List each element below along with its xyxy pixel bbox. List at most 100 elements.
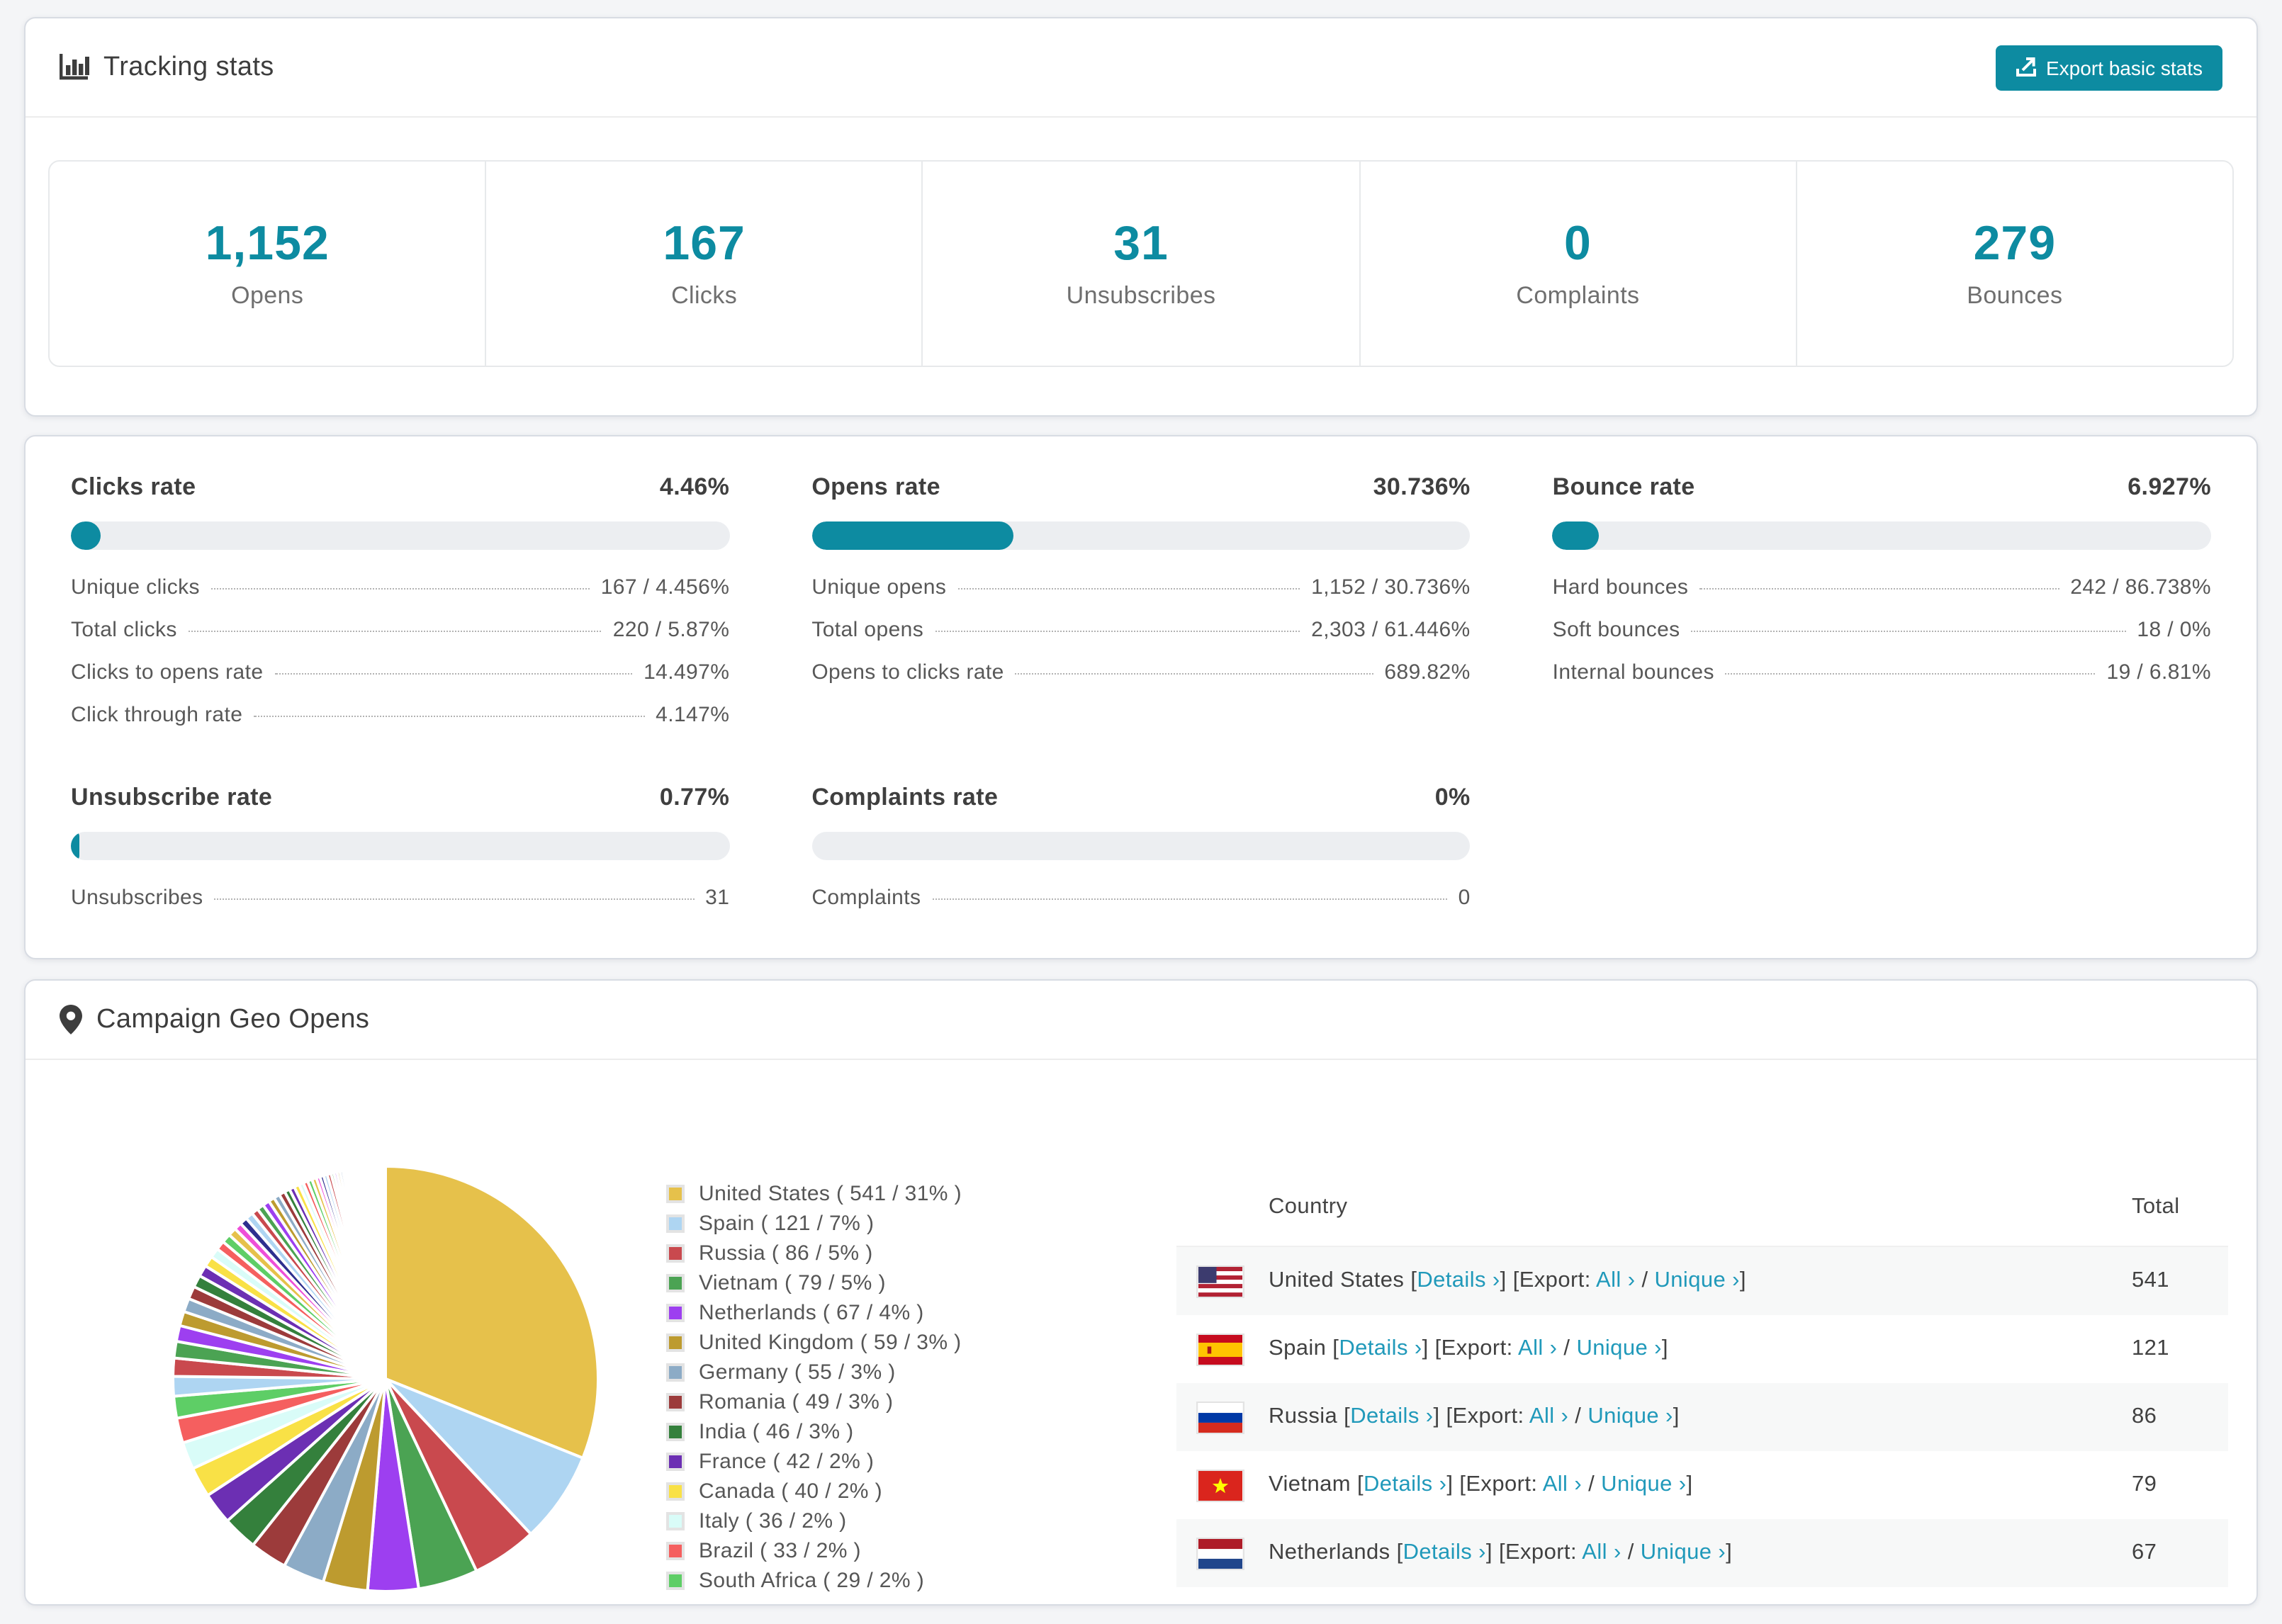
rate-title-opens: Opens rate <box>811 473 940 500</box>
detail-label: Complaints <box>811 886 921 910</box>
rate-block-complaints: Complaints rate 0% Complaints 0 <box>811 784 1471 910</box>
legend-item: Spain ( 121 / 7% ) <box>666 1209 962 1239</box>
dotted-leader <box>1725 673 2096 675</box>
legend-label: Italy ( 36 / 2% ) <box>699 1509 847 1533</box>
geo-header-country: Country <box>1269 1194 1348 1218</box>
geo-row-netherlands: Netherlands [Details ›] [Export: All › /… <box>1176 1519 2228 1587</box>
rate-detail-row: Opens to clicks rate 689.82% <box>811 660 1470 684</box>
rate-progressbar-opens <box>811 521 1471 550</box>
rates-grid: Clicks rate 4.46% Unique clicks 167 / 4.456… <box>71 473 2211 910</box>
export-unique-link[interactable]: Unique › <box>1601 1472 1686 1496</box>
geo-header-total: Total <box>2132 1194 2180 1218</box>
rates-card: Clicks rate 4.46% Unique clicks 167 / 4.456… <box>24 435 2258 959</box>
geo-table: Country Total United States [Details ›] … <box>1176 1168 2228 1604</box>
export-unique-link[interactable]: Unique › <box>1587 1404 1673 1428</box>
rate-detail-row: Internal bounces 19 / 6.81% <box>1553 660 2211 684</box>
stat-bounces-value: 279 <box>1973 217 2057 271</box>
flag-cell <box>1176 1469 1269 1501</box>
rate-title-clicks: Clicks rate <box>71 473 196 500</box>
country-name: Netherlands [ <box>1269 1540 1403 1564</box>
rate-progressbar-complaints <box>811 832 1471 860</box>
legend-swatch <box>666 1393 685 1411</box>
bracket: ] <box>1686 1472 1693 1496</box>
rate-detail-row: Total clicks 220 / 5.87% <box>71 618 729 642</box>
export-all-link[interactable]: All › <box>1582 1540 1621 1564</box>
stat-bounces-label: Bounces <box>1967 282 2063 309</box>
rate-value-complaints: 0% <box>1434 784 1471 811</box>
geo-row-vietnam: Vietnam [Details ›] [Export: All › / Uni… <box>1176 1451 2228 1519</box>
stat-clicks: 167 Clicks <box>485 162 921 366</box>
rate-progress-fill-opens <box>811 521 1014 550</box>
legend-label: Germany ( 55 / 3% ) <box>699 1360 896 1385</box>
details-link[interactable]: Details › <box>1417 1268 1500 1292</box>
legend-label: United States ( 541 / 31% ) <box>699 1182 962 1206</box>
rate-block-clicks: Clicks rate 4.46% Unique clicks 167 / 4.456… <box>71 473 730 727</box>
export-unique-link[interactable]: Unique › <box>1655 1268 1740 1292</box>
geo-legend: United States ( 541 / 31% ) Spain ( 121 /… <box>666 1179 962 1596</box>
geo-row-united-states: United States [Details ›] [Export: All ›… <box>1176 1247 2228 1315</box>
export-unique-link[interactable]: Unique › <box>1641 1540 1726 1564</box>
detail-value: 18 / 0% <box>2137 618 2211 642</box>
legend-label: Brazil ( 33 / 2% ) <box>699 1539 861 1563</box>
details-link[interactable]: Details › <box>1364 1472 1446 1496</box>
export-all-link[interactable]: All › <box>1518 1336 1557 1360</box>
export-all-link[interactable]: All › <box>1543 1472 1582 1496</box>
rate-block-unsubscribe: Unsubscribe rate 0.77% Unsubscribes 31 <box>71 784 730 910</box>
detail-label: Total opens <box>811 618 924 642</box>
flag-cell <box>1176 1537 1269 1569</box>
legend-item: United Kingdom ( 59 / 3% ) <box>666 1328 962 1358</box>
export-button-label: Export basic stats <box>2046 56 2203 79</box>
total-cell: 121 <box>2132 1336 2169 1360</box>
legend-item: India ( 46 / 3% ) <box>666 1417 962 1447</box>
legend-item: Russia ( 86 / 5% ) <box>666 1239 962 1268</box>
flag-vietnam <box>1196 1469 1244 1501</box>
tracking-stats-card: Tracking stats Export basic stats 1,152 … <box>24 17 2258 417</box>
legend-swatch <box>666 1185 685 1203</box>
geo-pie-chart <box>170 1163 601 1594</box>
country-cell: Vietnam [Details ›] [Export: All › / Uni… <box>1269 1472 2132 1498</box>
detail-label: Clicks to opens rate <box>71 660 264 684</box>
summary-stats-row: 1,152 Opens 167 Clicks 31 Unsubscribes 0… <box>48 160 2234 367</box>
rate-progress-fill-bounce <box>1552 521 1598 550</box>
legend-swatch <box>666 1274 685 1292</box>
legend-label: Spain ( 121 / 7% ) <box>699 1212 875 1236</box>
dotted-leader <box>210 588 590 590</box>
bar-chart-icon <box>60 54 89 81</box>
legend-swatch <box>666 1423 685 1441</box>
flag-cell <box>1176 1265 1269 1297</box>
stat-bounces: 279 Bounces <box>1795 162 2232 366</box>
export-all-link[interactable]: All › <box>1596 1268 1635 1292</box>
bracket: ] <box>1433 1404 1446 1428</box>
country-cell: United States [Details ›] [Export: All ›… <box>1269 1268 2132 1294</box>
dotted-leader <box>932 898 1447 900</box>
legend-swatch <box>666 1482 685 1501</box>
detail-label: Internal bounces <box>1552 660 1714 684</box>
detail-label: Unique clicks <box>71 575 200 599</box>
details-link[interactable]: Details › <box>1403 1540 1486 1564</box>
legend-label: Canada ( 40 / 2% ) <box>699 1479 883 1504</box>
rate-value-unsubscribe: 0.77% <box>659 784 730 811</box>
detail-value: 19 / 6.81% <box>2106 660 2211 684</box>
legend-item: South Africa ( 29 / 2% ) <box>666 1566 962 1596</box>
geo-opens-card: Campaign Geo Opens United States ( 541 /… <box>24 979 2258 1606</box>
flag-cell <box>1176 1333 1269 1365</box>
rate-detail-row: Total opens 2,303 / 61.446% <box>811 618 1470 642</box>
geo-title: Campaign Geo Opens <box>96 1004 370 1034</box>
legend-label: Vietnam ( 79 / 5% ) <box>699 1271 886 1295</box>
details-link[interactable]: Details › <box>1339 1336 1422 1360</box>
legend-swatch <box>666 1363 685 1382</box>
details-link[interactable]: Details › <box>1350 1404 1433 1428</box>
dotted-leader <box>1691 631 2126 632</box>
rate-detail-row: Clicks to opens rate 14.497% <box>71 660 729 684</box>
legend-item: Brazil ( 33 / 2% ) <box>666 1536 962 1566</box>
legend-label: United Kingdom ( 59 / 3% ) <box>699 1331 962 1355</box>
export-unique-link[interactable]: Unique › <box>1576 1336 1661 1360</box>
detail-value: 2,303 / 61.446% <box>1311 618 1471 642</box>
detail-label: Unsubscribes <box>71 886 203 910</box>
export-basic-stats-button[interactable]: Export basic stats <box>1995 45 2222 90</box>
rate-title-complaints: Complaints rate <box>811 784 999 811</box>
stat-opens: 1,152 Opens <box>50 162 485 366</box>
export-all-link[interactable]: All › <box>1529 1404 1568 1428</box>
dotted-leader <box>957 588 1300 590</box>
dotted-leader <box>935 631 1300 632</box>
